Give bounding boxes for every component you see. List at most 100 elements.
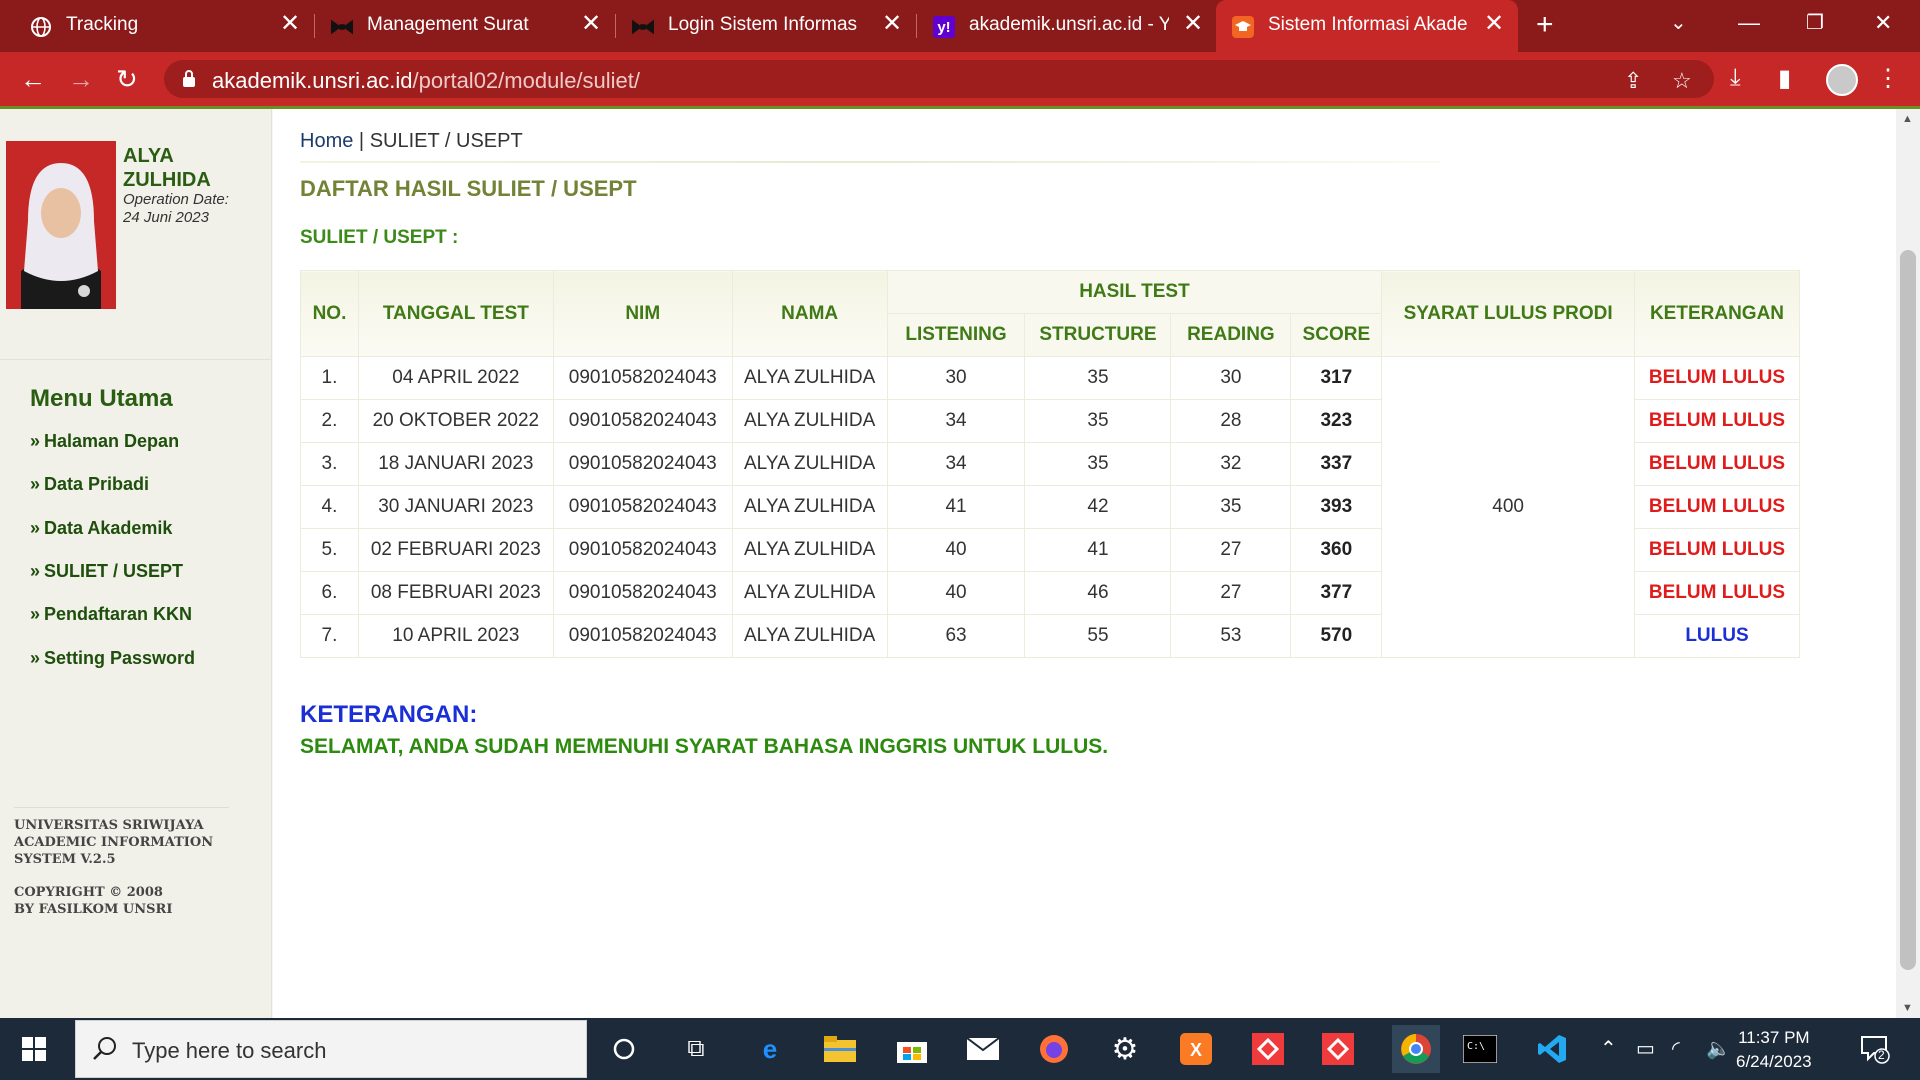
tab-search-chevron-icon[interactable]: ⌄: [1670, 10, 1687, 35]
cell-date: 04 APRIL 2022: [357, 356, 554, 400]
menu-item-data-pribadi[interactable]: » Data Pribadi: [30, 474, 149, 495]
cell-status: LULUS: [1633, 614, 1801, 658]
breadcrumb-home-link[interactable]: Home: [300, 130, 353, 152]
anydesk-icon[interactable]: [1320, 1031, 1356, 1067]
close-tab-icon[interactable]: ✕: [1484, 12, 1504, 36]
cell-score: 393: [1290, 485, 1383, 529]
tab-tracking[interactable]: Tracking ✕: [0, 0, 310, 52]
cell-listening: 40: [886, 571, 1026, 615]
tab-yahoo[interactable]: y! akademik.unsri.ac.id - Yah ✕: [917, 0, 1217, 52]
side-panel-icon[interactable]: ▮: [1778, 64, 1791, 93]
breadcrumb-current: SULIET / USEPT: [369, 130, 523, 152]
xampp-icon[interactable]: X: [1178, 1031, 1214, 1067]
cell-reading: 27: [1170, 571, 1292, 615]
cell-listening: 34: [886, 399, 1026, 443]
cell-score: 323: [1290, 399, 1383, 443]
header-score: SCORE: [1290, 313, 1383, 357]
tab-title: Tracking: [66, 14, 139, 35]
cell-nim: 09010582024043: [552, 356, 733, 400]
cell-date: 18 JANUARI 2023: [357, 442, 554, 486]
cell-status: BELUM LULUS: [1633, 399, 1801, 443]
reload-icon[interactable]: ↻: [116, 64, 138, 94]
tab-management-surat[interactable]: Management Surat ✕: [315, 0, 615, 52]
menu-item-setting-password[interactable]: » Setting Password: [30, 648, 195, 669]
header-keterangan: KETERANGAN: [1633, 270, 1801, 357]
close-tab-icon[interactable]: ✕: [280, 12, 300, 36]
search-placeholder: Type here to search: [132, 1038, 327, 1063]
header-listening: LISTENING: [886, 313, 1026, 357]
menu-title: Menu Utama: [30, 385, 173, 412]
cell-structure: 35: [1024, 442, 1172, 486]
cell-no: 4.: [300, 485, 359, 529]
footer-system-info: UNIVERSITAS SRIWIJAYA ACADEMIC INFORMATI…: [14, 818, 214, 867]
forward-arrow-icon[interactable]: →: [68, 64, 94, 94]
cell-structure: 35: [1024, 399, 1172, 443]
close-window-icon[interactable]: ✕: [1874, 10, 1892, 36]
menu-item-halaman-depan[interactable]: » Halaman Depan: [30, 431, 179, 452]
bowtie-icon: [632, 16, 654, 38]
cell-reading: 30: [1170, 356, 1292, 400]
terminal-icon[interactable]: C:\: [1462, 1031, 1498, 1067]
cortana-icon[interactable]: [606, 1031, 642, 1067]
chrome-icon[interactable]: [1392, 1025, 1440, 1073]
file-explorer-icon[interactable]: [822, 1031, 858, 1067]
windows-start-icon[interactable]: [22, 1037, 46, 1061]
menu-item-data-akademik[interactable]: » Data Akademik: [30, 518, 172, 539]
settings-gear-icon[interactable]: ⚙: [1107, 1031, 1143, 1067]
bookmark-star-icon[interactable]: ☆: [1672, 68, 1692, 94]
cell-no: 3.: [300, 442, 359, 486]
wifi-icon[interactable]: ◜: [1672, 1036, 1680, 1061]
footer-copyright: COPYRIGHT © 2008 BY FASILKOM UNSRI: [14, 885, 173, 917]
profile-photo: [6, 141, 116, 309]
new-tab-plus-icon[interactable]: +: [1536, 10, 1554, 40]
operation-date: Operation Date: 24 Juni 2023: [123, 191, 229, 226]
svg-text:X: X: [1190, 1040, 1202, 1060]
header-syarat-lulus-prodi: SYARAT LULUS PRODI: [1381, 270, 1635, 357]
battery-icon[interactable]: ▭: [1636, 1036, 1655, 1061]
results-table: NO. TANGGAL TEST NIM NAMA HASIL TEST SYA…: [300, 270, 1801, 658]
back-arrow-icon[interactable]: ←: [20, 64, 46, 94]
close-tab-icon[interactable]: ✕: [581, 12, 601, 36]
notification-center-icon[interactable]: 2: [1860, 1034, 1890, 1070]
mail-icon[interactable]: [965, 1031, 1001, 1067]
taskbar-search-input[interactable]: Type here to search: [75, 1020, 587, 1078]
restore-window-icon[interactable]: ❐: [1806, 10, 1824, 35]
address-bar[interactable]: akademik.unsri.ac.id/portal02/module/sul…: [164, 60, 1714, 98]
header-hasil-test: HASIL TEST: [886, 270, 1383, 314]
system-clock[interactable]: 11:37 PM 6/24/2023: [1736, 1026, 1812, 1074]
task-view-icon[interactable]: ⧉: [678, 1031, 714, 1067]
more-options-icon[interactable]: ⋮: [1876, 64, 1900, 93]
cell-score: 377: [1290, 571, 1383, 615]
tab-sistem-informasi-akademik[interactable]: Sistem Informasi Akadem ✕: [1216, 0, 1518, 52]
menu-item-pendaftaran-kkn[interactable]: » Pendaftaran KKN: [30, 604, 192, 625]
firefox-icon[interactable]: [1036, 1031, 1072, 1067]
tray-chevron-up-icon[interactable]: ⌃: [1600, 1036, 1617, 1061]
scrollbar-thumb[interactable]: [1900, 250, 1916, 970]
cell-name: ALYA ZULHIDA: [731, 485, 888, 529]
scroll-up-arrow-icon[interactable]: ▲: [1902, 113, 1913, 125]
menu-item-suliet-usept[interactable]: » SULIET / USEPT: [30, 561, 183, 582]
section-label: SULIET / USEPT :: [300, 227, 459, 248]
download-icon[interactable]: ⤓: [1730, 64, 1741, 92]
close-tab-icon[interactable]: ✕: [882, 12, 902, 36]
edge-browser-icon[interactable]: e: [752, 1031, 788, 1067]
scroll-down-arrow-icon[interactable]: ▼: [1902, 1002, 1913, 1014]
profile-avatar[interactable]: [1826, 64, 1858, 96]
cell-nim: 09010582024043: [552, 614, 733, 658]
volume-icon[interactable]: 🔈: [1706, 1036, 1731, 1061]
cell-status: BELUM LULUS: [1633, 356, 1801, 400]
minimize-icon[interactable]: —: [1738, 10, 1760, 36]
tab-login-sistem[interactable]: Login Sistem Informasi M ✕: [616, 0, 916, 52]
anydesk-icon[interactable]: [1250, 1031, 1286, 1067]
cell-no: 2.: [300, 399, 359, 443]
share-icon[interactable]: ⇪: [1624, 68, 1642, 94]
microsoft-store-icon[interactable]: [894, 1031, 930, 1067]
header-no: NO.: [300, 270, 359, 357]
vscode-icon[interactable]: [1534, 1031, 1570, 1067]
close-tab-icon[interactable]: ✕: [1183, 12, 1203, 36]
cell-status: BELUM LULUS: [1633, 528, 1801, 572]
cell-structure: 35: [1024, 356, 1172, 400]
cell-date: 30 JANUARI 2023: [357, 485, 554, 529]
table-row: 1. 04 APRIL 2022 09010582024043 ALYA ZUL…: [300, 356, 1801, 658]
sidebar-divider: [0, 359, 272, 360]
